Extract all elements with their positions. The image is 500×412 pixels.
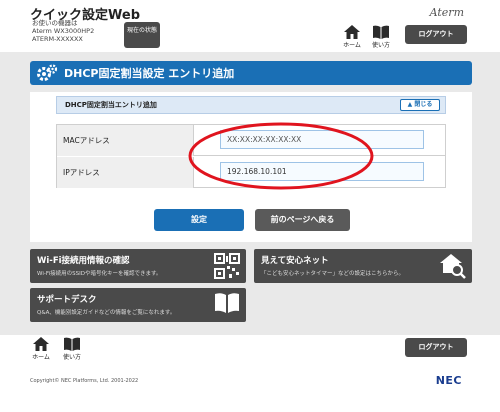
section-title-bar: DHCP固定割当設定 エントリ追加 [30, 61, 472, 85]
howto-label: 使い方 [371, 42, 390, 49]
support-desk-card[interactable]: サポートデスク Q&A、機能別設定ガイドなどの情報をご覧になれます。 [30, 288, 246, 322]
subsection-header: DHCP固定割当エントリ追加 ▲ 閉じる [56, 96, 446, 114]
content-area: DHCP固定割当設定 エントリ追加 DHCP固定割当エントリ追加 ▲ 閉じる M… [0, 52, 500, 335]
howto-button[interactable]: 使い方 [367, 25, 395, 49]
logout-button[interactable]: ログアウト [405, 25, 467, 44]
card-description: Wi-Fi接続用のSSIDや暗号化キーを確認できます。 [37, 271, 162, 277]
home-button[interactable]: ホーム [338, 25, 366, 49]
mieru-anshin-card[interactable]: 見えて安心ネット 「こども安心ネットタイマー」などの設定はこちらから。 [254, 249, 472, 283]
header: クイック設定Web お使いの機器は Aterm WX3000HP2 ATERM-… [0, 0, 500, 52]
brand-logo: Aterm [429, 6, 464, 19]
card-title: サポートデスク [37, 295, 97, 305]
book-icon [64, 337, 80, 351]
footer-home-label: ホーム [32, 354, 50, 361]
card-title: Wi-Fi接続用情報の確認 [37, 256, 130, 266]
current-status-button[interactable]: 現在の状態 [124, 22, 160, 48]
footer-home-button[interactable]: ホーム [28, 337, 54, 361]
device-caption: お使いの機器は [32, 19, 78, 27]
book-icon [373, 25, 389, 39]
gear-icon [37, 64, 58, 81]
home-icon [344, 25, 360, 39]
subsection-title: DHCP固定割当エントリ追加 [65, 101, 157, 109]
footer-howto-button[interactable]: 使い方 [58, 337, 86, 361]
device-name: ATERM-XXXXXX [32, 35, 83, 43]
ip-address-input[interactable]: 192.168.10.101 [220, 162, 424, 181]
home-icon [33, 337, 49, 351]
card-description: Q&A、機能別設定ガイドなどの情報をご覧になれます。 [37, 310, 176, 316]
wifi-info-card[interactable]: Wi-Fi接続用情報の確認 Wi-Fi接続用のSSIDや暗号化キーを確認できます… [30, 249, 246, 283]
collapse-label: 閉じる [414, 101, 433, 108]
footer-nav: ホーム 使い方 ログアウト [0, 335, 500, 363]
footer-logout-button[interactable]: ログアウト [405, 338, 467, 357]
mac-address-label: MACアドレス [57, 125, 194, 156]
ip-address-label: IPアドレス [57, 157, 194, 188]
house-search-icon [440, 254, 466, 279]
footer-howto-label: 使い方 [62, 354, 81, 361]
collapse-button[interactable]: ▲ 閉じる [400, 99, 440, 111]
copyright: Copyright© NEC Platforms, Ltd. 2001-2022 [30, 378, 139, 384]
home-label: ホーム [343, 42, 361, 49]
back-button[interactable]: 前のページへ戻る [255, 209, 350, 231]
section-title: DHCP固定割当設定 エントリ追加 [64, 67, 235, 80]
chevron-up-icon: ▲ [407, 101, 413, 108]
card-title: 見えて安心ネット [261, 256, 329, 266]
submit-button[interactable]: 設定 [154, 209, 244, 231]
qr-code-icon [214, 253, 240, 279]
card-description: 「こども安心ネットタイマー」などの設定はこちらから。 [261, 271, 405, 277]
device-model: Aterm WX3000HP2 [32, 27, 95, 35]
mac-address-input[interactable]: XX:XX:XX:XX:XX:XX [220, 130, 424, 149]
book-icon [215, 293, 239, 313]
nec-logo: NEC [435, 374, 462, 387]
